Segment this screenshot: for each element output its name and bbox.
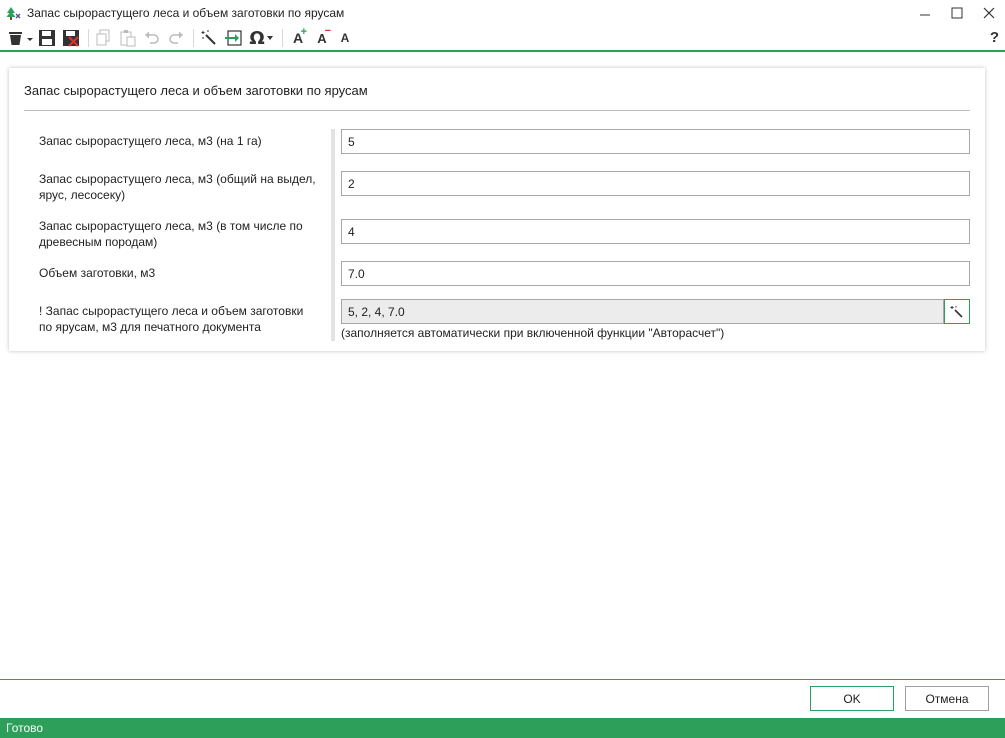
stock-total-input[interactable] <box>341 171 970 196</box>
paste-button[interactable] <box>117 27 139 49</box>
field-label-harvest-volume: Объем заготовки, м3 <box>39 266 156 280</box>
window-controls <box>909 0 1005 26</box>
print-document-input[interactable] <box>341 299 944 324</box>
field-label-stock-per-ha: Запас сырорастущего леса, м3 (на 1 га) <box>39 134 262 148</box>
label-column-divider <box>331 129 335 341</box>
font-default-icon: A <box>340 31 350 45</box>
toolbar-separator <box>193 29 194 47</box>
field-label-stock-by-species: Запас сырорастущего леса, м3 (в том числ… <box>39 219 303 249</box>
save-close-icon <box>63 30 79 47</box>
magic-wand-icon <box>950 305 963 318</box>
autocalc-hint: (заполняется автоматически при включенно… <box>341 326 725 340</box>
trash-dropdown-icon <box>9 32 33 45</box>
copy-icon <box>96 29 110 46</box>
cancel-button[interactable]: Отмена <box>905 686 989 711</box>
window-title: Запас сырорастущего леса и объем заготов… <box>27 6 345 20</box>
paste-icon <box>120 30 136 47</box>
chevron-down-icon <box>266 36 273 40</box>
insert-button[interactable] <box>222 27 244 49</box>
autocalc-button[interactable] <box>198 27 220 49</box>
stock-by-species-input[interactable] <box>341 219 970 244</box>
main-content: Запас сырорастущего леса и объем заготов… <box>0 52 1005 678</box>
font-decrease-button[interactable]: A − <box>311 25 333 49</box>
insert-icon <box>225 30 242 46</box>
undo-button[interactable] <box>141 27 163 49</box>
close-button[interactable] <box>973 0 1005 26</box>
save-icon <box>39 30 55 46</box>
form-card: Запас сырорастущего леса и объем заготов… <box>9 68 985 351</box>
minimize-button[interactable] <box>909 0 941 26</box>
autocalc-field-button[interactable] <box>944 299 970 324</box>
font-default-button[interactable]: A <box>335 27 355 49</box>
copy-button[interactable] <box>93 27 115 49</box>
omega-icon: Ω <box>249 27 265 49</box>
form-title: Запас сырорастущего леса и объем заготов… <box>24 83 368 98</box>
font-increase-button[interactable]: A + <box>287 26 309 49</box>
help-button[interactable]: ? <box>990 29 999 46</box>
toolbar-separator <box>88 29 89 47</box>
status-text: Готово <box>6 721 44 735</box>
ok-button[interactable]: OK <box>810 686 894 711</box>
undo-icon <box>145 31 159 44</box>
title-bar: Запас сырорастущего леса и объем заготов… <box>0 0 1005 26</box>
special-chars-button[interactable]: Ω <box>246 27 276 49</box>
field-label-print-document: ! Запас сырорастущего леса и объем загот… <box>39 304 304 334</box>
redo-button[interactable] <box>165 27 187 49</box>
save-button[interactable] <box>36 27 58 49</box>
harvest-volume-input[interactable] <box>341 261 970 286</box>
save-close-button[interactable] <box>60 27 82 49</box>
close-icon <box>983 7 995 19</box>
toolbar: Ω A + A − A ? <box>0 25 1005 50</box>
maximize-icon <box>951 7 963 19</box>
minimize-icon <box>920 14 930 16</box>
toolbar-separator <box>282 29 283 47</box>
maximize-button[interactable] <box>941 0 973 26</box>
footer: OK Отмена <box>0 680 1005 718</box>
magic-wand-icon <box>201 30 216 45</box>
app-tree-icon <box>5 5 21 21</box>
title-divider <box>24 110 970 111</box>
field-label-stock-total: Запас сырорастущего леса, м3 (общий на в… <box>39 172 316 202</box>
delete-dropdown-button[interactable] <box>6 27 34 49</box>
status-bar: Готово <box>0 718 1005 738</box>
stock-per-ha-input[interactable] <box>341 129 970 154</box>
redo-icon <box>169 31 183 44</box>
